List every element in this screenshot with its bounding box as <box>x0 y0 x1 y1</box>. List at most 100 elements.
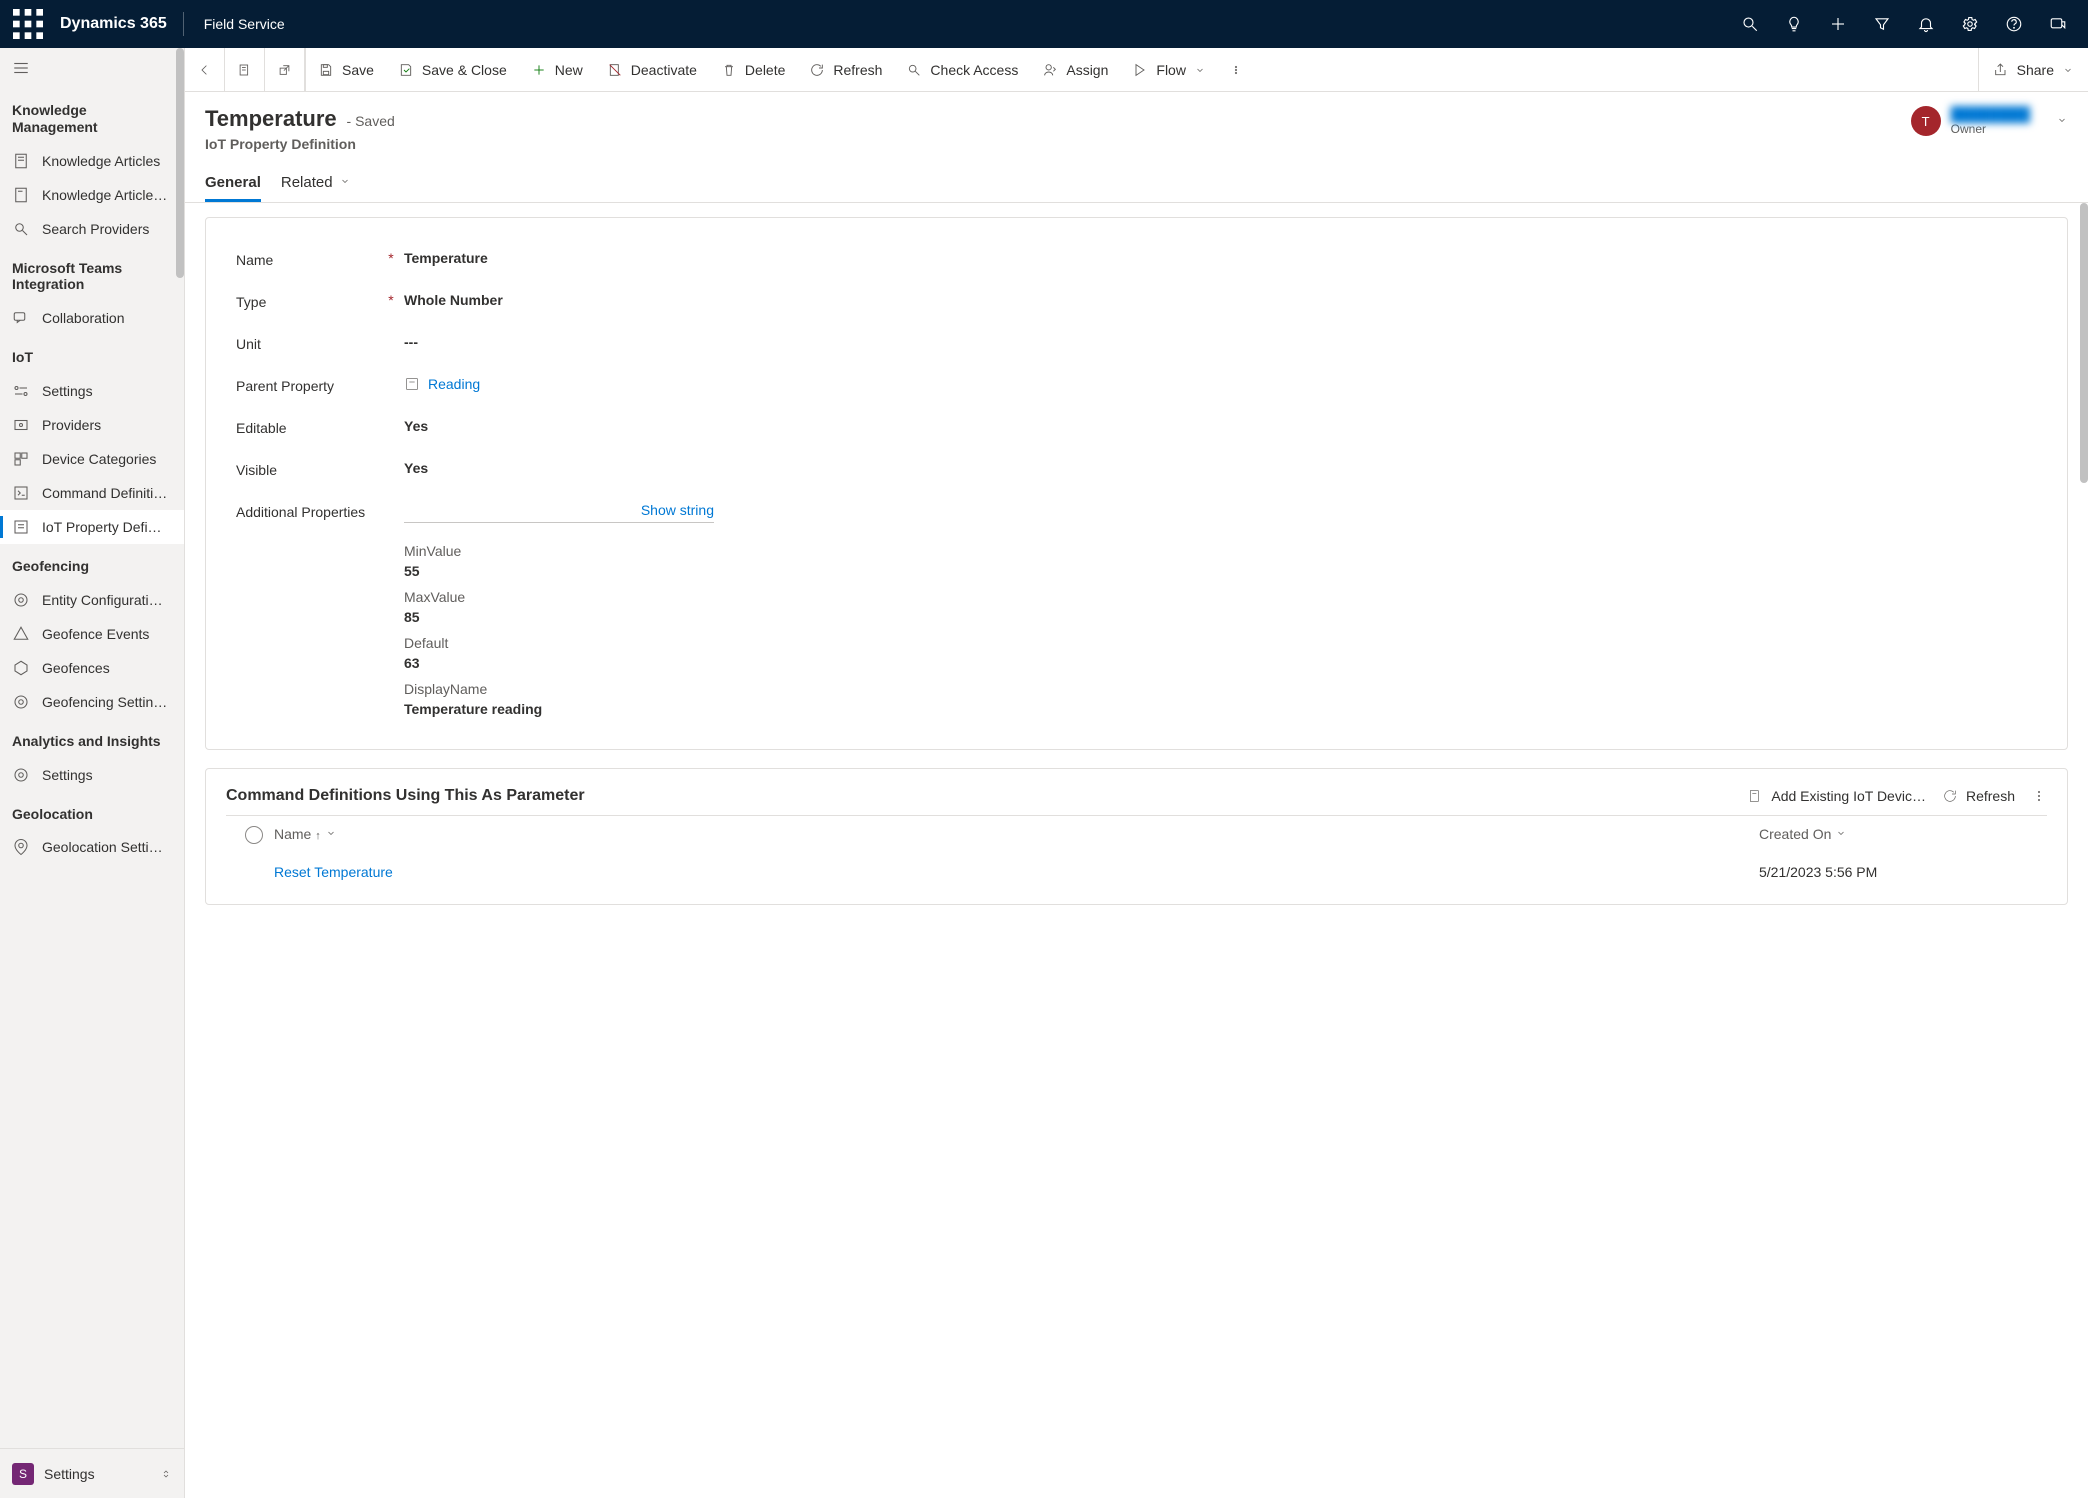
column-header-name[interactable]: Name ↑ <box>274 826 1759 844</box>
general-section-card: Name * Temperature Type * Whole Number U… <box>205 217 2068 750</box>
column-header-created[interactable]: Created On <box>1759 826 2039 844</box>
nav-item-label: IoT Property Defi… <box>42 519 162 535</box>
form-tabs: General Related <box>185 156 2088 203</box>
editable-field[interactable]: Yes <box>404 418 2037 434</box>
open-in-new-window-button[interactable] <box>265 48 305 91</box>
header-expand-button[interactable] <box>2056 113 2068 129</box>
sort-ascending-icon: ↑ <box>315 830 321 842</box>
delete-label: Delete <box>745 62 785 78</box>
owner-name[interactable]: ████████ <box>1951 106 2030 122</box>
nav-geofencing-settings[interactable]: Geofencing Settin… <box>0 685 184 719</box>
parent-property-lookup[interactable]: Reading <box>404 376 2037 392</box>
prop-value-displayname[interactable]: Temperature reading <box>404 701 2037 717</box>
open-record-set-button[interactable] <box>225 48 265 91</box>
nav-knowledge-articles[interactable]: Knowledge Articles <box>0 144 184 178</box>
name-field[interactable]: Temperature <box>404 250 2037 266</box>
nav-geofences[interactable]: Geofences <box>0 651 184 685</box>
content-scrollbar[interactable] <box>2080 203 2088 483</box>
nav-device-categories[interactable]: Device Categories <box>0 442 184 476</box>
lightbulb-icon[interactable] <box>1772 0 1816 48</box>
area-switcher[interactable]: S Settings <box>0 1448 184 1498</box>
prop-value-default[interactable]: 63 <box>404 655 2037 671</box>
new-label: New <box>555 62 583 78</box>
main-form-area: Save Save & Close New Deactivate Delete … <box>185 48 2088 1498</box>
prop-label-maxvalue: MaxValue <box>404 589 2037 605</box>
back-button[interactable] <box>185 48 225 91</box>
nav-analytics-settings[interactable]: Settings <box>0 758 184 792</box>
new-button[interactable]: New <box>519 48 595 91</box>
nav-iot-property-definitions[interactable]: IoT Property Defi… <box>0 510 184 544</box>
save-close-label: Save & Close <box>422 62 507 78</box>
nav-item-label: Settings <box>42 383 93 399</box>
unit-field[interactable]: --- <box>404 334 2037 350</box>
assign-button[interactable]: Assign <box>1030 48 1120 91</box>
delete-button[interactable]: Delete <box>709 48 797 91</box>
app-area-name[interactable]: Field Service <box>188 16 301 32</box>
nav-command-definitions[interactable]: Command Definiti… <box>0 476 184 510</box>
app-title[interactable]: Dynamics 365 <box>48 15 179 33</box>
tab-general[interactable]: General <box>205 166 261 202</box>
show-string-button[interactable]: Show string <box>641 502 714 518</box>
up-down-caret-icon <box>160 1468 172 1480</box>
nav-group-teams: Microsoft Teams Integration <box>0 246 184 302</box>
subgrid-more-button[interactable] <box>2031 788 2047 804</box>
assign-label: Assign <box>1066 62 1108 78</box>
flow-button[interactable]: Flow <box>1120 48 1218 91</box>
assistant-icon[interactable] <box>2036 0 2080 48</box>
grid-row-created: 5/21/2023 5:56 PM <box>1759 864 2039 880</box>
nav-collapse-button[interactable] <box>0 48 184 88</box>
nav-knowledge-article-templates[interactable]: Knowledge Article… <box>0 178 184 212</box>
nav-iot-providers[interactable]: Providers <box>0 408 184 442</box>
subgrid-card: Command Definitions Using This As Parame… <box>205 768 2068 905</box>
share-label: Share <box>2017 62 2054 78</box>
more-commands-button[interactable] <box>1218 48 1254 91</box>
select-all-checkbox[interactable] <box>245 826 263 844</box>
nav-item-label: Knowledge Article… <box>42 187 167 203</box>
visible-field[interactable]: Yes <box>404 460 2037 476</box>
sidebar-scrollbar[interactable] <box>176 48 184 278</box>
nav-collaboration[interactable]: Collaboration <box>0 301 184 335</box>
grid-row-name-link[interactable]: Reset Temperature <box>274 864 393 880</box>
subgrid-refresh-button[interactable]: Refresh <box>1942 788 2015 804</box>
parent-property-value: Reading <box>428 376 480 392</box>
field-label-type: Type <box>236 292 386 310</box>
save-and-close-button[interactable]: Save & Close <box>386 48 519 91</box>
notifications-icon[interactable] <box>1904 0 1948 48</box>
add-existing-button[interactable]: Add Existing IoT Devic… <box>1747 788 1926 804</box>
add-icon[interactable] <box>1816 0 1860 48</box>
lookup-entity-icon <box>404 376 420 392</box>
owner-avatar[interactable]: T <box>1911 106 1941 136</box>
nav-search-providers[interactable]: Search Providers <box>0 212 184 246</box>
chevron-down-icon <box>1835 827 1847 839</box>
command-bar: Save Save & Close New Deactivate Delete … <box>185 48 2088 92</box>
nav-geofence-events[interactable]: Geofence Events <box>0 617 184 651</box>
check-access-button[interactable]: Check Access <box>894 48 1030 91</box>
field-label-unit: Unit <box>236 334 386 352</box>
deactivate-button[interactable]: Deactivate <box>595 48 709 91</box>
tab-related[interactable]: Related <box>281 166 351 202</box>
prop-label-displayname: DisplayName <box>404 681 2037 697</box>
help-icon[interactable] <box>1992 0 2036 48</box>
nav-iot-settings[interactable]: Settings <box>0 374 184 408</box>
filter-icon[interactable] <box>1860 0 1904 48</box>
grid-row[interactable]: Reset Temperature 5/21/2023 5:56 PM <box>226 854 2047 890</box>
prop-value-maxvalue[interactable]: 85 <box>404 609 2037 625</box>
field-label-visible: Visible <box>236 460 386 478</box>
left-nav: Knowledge Management Knowledge Articles … <box>0 48 185 1498</box>
record-save-status: - Saved <box>347 113 395 129</box>
form-content: Name * Temperature Type * Whole Number U… <box>185 203 2088 1498</box>
flow-label: Flow <box>1156 62 1186 78</box>
col-created-label: Created On <box>1759 826 1831 842</box>
nav-entity-config[interactable]: Entity Configurati… <box>0 583 184 617</box>
chevron-down-icon <box>325 827 337 839</box>
type-field[interactable]: Whole Number <box>404 292 2037 308</box>
settings-gear-icon[interactable] <box>1948 0 1992 48</box>
save-button[interactable]: Save <box>306 48 386 91</box>
refresh-button[interactable]: Refresh <box>797 48 894 91</box>
nav-geolocation-settings[interactable]: Geolocation Setti… <box>0 830 184 864</box>
prop-value-minvalue[interactable]: 55 <box>404 563 2037 579</box>
share-button[interactable]: Share <box>1978 48 2088 91</box>
search-icon[interactable] <box>1728 0 1772 48</box>
app-launcher-button[interactable] <box>8 0 48 48</box>
field-label-parent: Parent Property <box>236 376 386 394</box>
